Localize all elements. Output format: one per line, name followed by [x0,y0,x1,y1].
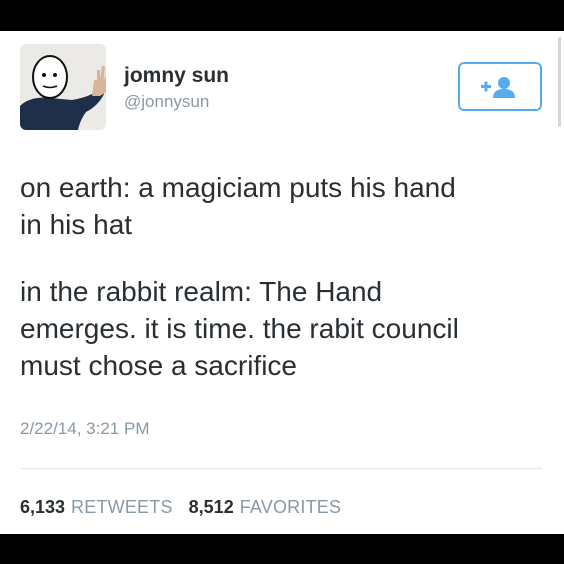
user-name[interactable]: jomny sun [124,64,229,88]
tweet-stats: 6,133 RETWEETS 8,512 FAVORITES [20,497,357,518]
follow-user-icon [481,76,515,98]
scrollbar[interactable] [558,37,561,127]
tweet-paragraph-2: in the rabbit realm: The Hand emerges. i… [20,276,459,381]
retweets-label: RETWEETS [71,497,173,517]
favorites-count: 8,512 [188,497,234,517]
avatar-image [20,44,106,130]
favorites-label: FAVORITES [239,497,342,517]
tweet-card: jomny sun @jonnysun on earth: a magiciam… [0,31,564,534]
tweet-timestamp[interactable]: 2/22/14, 3:21 PM [20,419,149,439]
avatar[interactable] [20,44,106,130]
retweets-stat[interactable]: 6,133 RETWEETS [20,497,173,518]
favorites-stat[interactable]: 8,512 FAVORITES [189,497,342,518]
user-handle[interactable]: @jonnysun [124,92,209,112]
tweet-paragraph-1: on earth: a magiciam puts his hand in hi… [20,172,456,240]
follow-button[interactable] [458,62,542,111]
retweets-count: 6,133 [20,497,66,517]
divider [20,468,542,469]
